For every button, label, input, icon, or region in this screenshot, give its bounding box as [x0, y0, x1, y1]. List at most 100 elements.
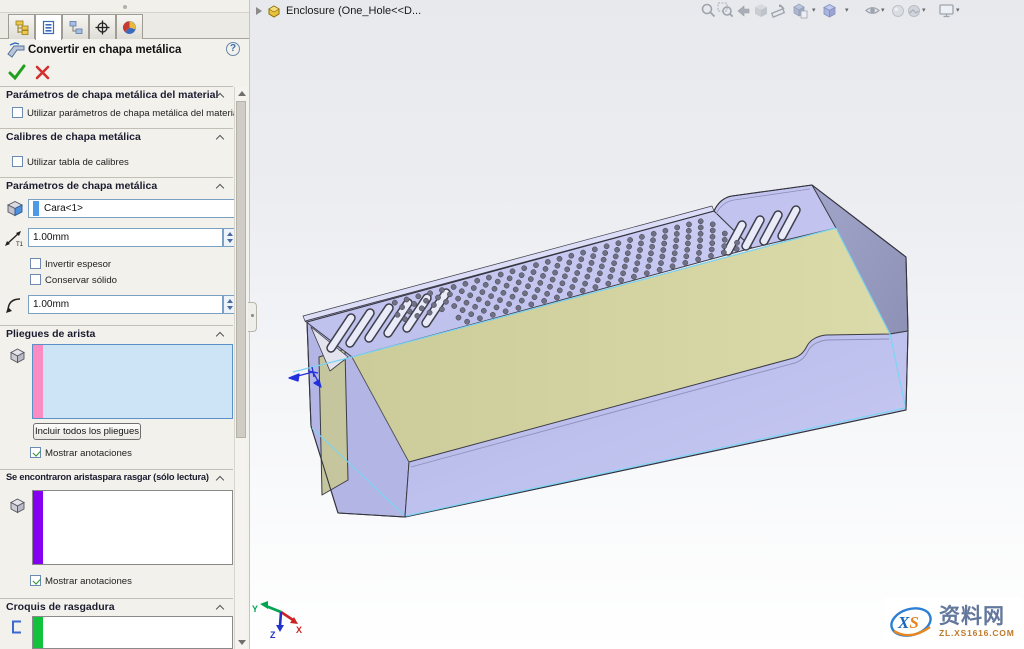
watermark-title: 资料网	[939, 606, 1015, 627]
panel-collapse-dot-icon	[251, 314, 254, 317]
zoom-to-fit-icon[interactable]	[700, 2, 717, 19]
show-annotations-checkbox[interactable]	[30, 575, 41, 586]
triad-x-label: X	[296, 625, 302, 635]
tab-property-manager[interactable]	[35, 14, 62, 40]
section-header-material[interactable]: Parámetros de chapa metálica del materia…	[0, 86, 233, 103]
use-material-params-checkbox[interactable]	[12, 107, 23, 118]
display-manager-icon	[122, 20, 137, 35]
watermark-logo-icon: XS	[888, 601, 936, 643]
svg-text:XS: XS	[897, 613, 919, 632]
collapse-chevron-icon[interactable]	[216, 605, 224, 613]
collapse-chevron-icon[interactable]	[216, 332, 224, 340]
tab-display-manager[interactable]	[116, 14, 143, 39]
page-title: Convertir en chapa metálica	[28, 44, 181, 56]
use-gauge-table-checkbox[interactable]	[12, 156, 23, 167]
apply-scene-icon[interactable]	[906, 2, 923, 19]
property-manager-header: Convertir en chapa metálica ?	[0, 41, 250, 61]
edge-bends-listbox[interactable]	[32, 344, 233, 419]
spinner-down-icon[interactable]	[227, 239, 233, 243]
checkbox-label: Mostrar anotaciones	[45, 576, 132, 587]
thickness-field[interactable]: 1.00mm	[28, 228, 223, 247]
section-header-params[interactable]: Parámetros de chapa metálica	[0, 177, 233, 194]
hide-show-items-dropdown-icon[interactable]: ▾	[881, 6, 885, 14]
checkbox-label: Conservar sólido	[45, 275, 117, 286]
manager-tab-bar	[0, 13, 250, 39]
rip-edges-color-strip	[33, 491, 43, 564]
sheet-metal-model[interactable]	[289, 185, 908, 517]
convert-to-sheetmetal-icon	[7, 42, 26, 59]
section-header-edge-bends[interactable]: Pliegues de arista	[0, 325, 233, 342]
panel-collapse-tab[interactable]	[248, 302, 257, 332]
fixed-face-icon	[5, 199, 24, 217]
rip-edges-listbox[interactable]	[32, 490, 233, 565]
tree-expand-icon[interactable]	[256, 7, 262, 15]
breadcrumb[interactable]: Enclosure (One_Hole<<D...	[256, 2, 421, 20]
view-settings-dropdown-icon[interactable]: ▾	[956, 6, 960, 14]
hide-show-items-icon[interactable]	[864, 2, 881, 19]
keep-body-checkbox[interactable]	[30, 274, 41, 285]
section-view-icon[interactable]	[752, 2, 769, 19]
view-orientation-icon[interactable]	[791, 2, 808, 19]
display-style-icon[interactable]	[821, 2, 838, 19]
scroll-up-icon[interactable]	[238, 91, 246, 96]
selection-strip	[33, 201, 39, 216]
view-orientation-dropdown-icon[interactable]: ▾	[812, 6, 816, 14]
spinner-down-icon[interactable]	[227, 306, 233, 310]
ok-icon[interactable]	[8, 63, 26, 81]
invert-thickness-checkbox[interactable]	[30, 258, 41, 269]
tab-dimxpert-manager[interactable]	[89, 14, 116, 39]
part-icon	[267, 4, 281, 18]
document-name[interactable]: Enclosure (One_Hole<<D...	[286, 5, 421, 17]
section-header-rip-sketch[interactable]: Croquis de rasgadura	[0, 598, 233, 615]
scrollbar-thumb[interactable]	[236, 101, 246, 438]
cancel-icon[interactable]	[35, 65, 50, 80]
include-all-bends-button[interactable]: Incluir todos los pliegues	[33, 423, 141, 440]
splitter-handle-icon	[123, 5, 127, 9]
rip-sketch-icon	[8, 618, 26, 636]
collapse-chevron-icon[interactable]	[216, 135, 224, 143]
show-annotations-checkbox[interactable]	[30, 447, 41, 458]
bend-radius-icon	[4, 295, 24, 315]
edge-bends-collection-icon	[9, 347, 26, 364]
checkbox-label: Mostrar anotaciones	[45, 448, 132, 459]
bend-radius-field[interactable]: 1.00mm	[28, 295, 223, 314]
configuration-manager-icon	[68, 20, 83, 35]
checkbox-label: Utilizar parámetros de chapa metálica de…	[27, 108, 240, 119]
tab-feature-manager[interactable]	[8, 14, 35, 39]
previous-view-icon[interactable]	[735, 2, 752, 19]
property-manager-panel: Convertir en chapa metálica ? Parámetros…	[0, 0, 250, 649]
dimxpert-icon	[95, 20, 110, 35]
left-wall-window[interactable]	[319, 349, 348, 495]
edit-appearance-icon[interactable]	[890, 2, 907, 19]
triad-z-label: Z	[270, 630, 276, 640]
section-header-gauge[interactable]: Calibres de chapa metálica	[0, 128, 233, 145]
watermark: XS 资料网 ZL.XS1616.COM	[884, 597, 1022, 647]
section-header-rip-edges[interactable]: Se encontraron aristaspara rasgar (sólo …	[0, 469, 233, 486]
thickness-icon: T1	[4, 229, 24, 248]
collapse-chevron-icon[interactable]	[216, 184, 224, 192]
rip-sketch-color-strip	[33, 617, 43, 648]
scroll-down-icon[interactable]	[238, 640, 246, 645]
model-view[interactable]: Y X Z	[250, 0, 1024, 649]
collapse-chevron-icon[interactable]	[216, 476, 224, 484]
checkbox-label: Utilizar tabla de calibres	[27, 157, 129, 168]
spinner-up-icon[interactable]	[227, 232, 233, 236]
feature-tree-icon	[14, 20, 29, 35]
display-style-dropdown-icon[interactable]: ▾	[845, 6, 849, 14]
zoom-to-area-icon[interactable]	[717, 2, 734, 19]
measure-icon[interactable]	[770, 2, 787, 19]
reference-triad: Y X Z	[252, 601, 302, 640]
watermark-subtitle: ZL.XS1616.COM	[939, 629, 1015, 638]
fixed-face-field[interactable]: Cara<1>	[28, 199, 236, 218]
rip-sketch-listbox[interactable]	[32, 616, 233, 649]
tab-configuration-manager[interactable]	[62, 14, 89, 39]
graphics-area[interactable]: Y X Z	[250, 0, 1024, 649]
svg-text:T1: T1	[16, 242, 24, 248]
property-manager-icon	[41, 20, 56, 35]
view-settings-icon[interactable]	[938, 2, 955, 19]
edge-bends-color-strip	[33, 345, 43, 418]
rip-edges-collection-icon	[9, 497, 26, 514]
help-icon[interactable]: ?	[226, 42, 240, 56]
apply-scene-dropdown-icon[interactable]: ▾	[922, 6, 926, 14]
spinner-up-icon[interactable]	[227, 299, 233, 303]
